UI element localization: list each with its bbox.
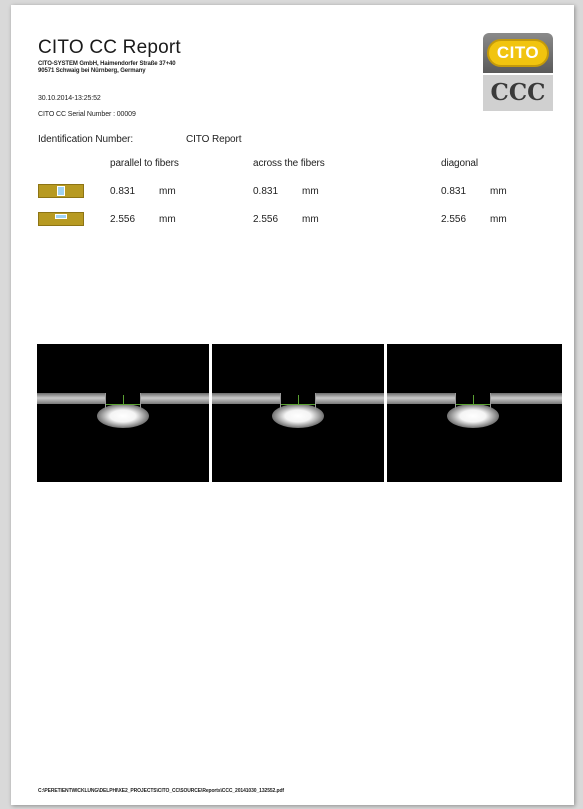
logo-cito-text: CITO [487,39,549,67]
measurement-images [37,344,562,482]
diagonal-image [387,344,562,482]
row1-diagonal-unit: mm [490,186,507,197]
row2-across-unit: mm [302,214,319,225]
column-header-parallel: parallel to fibers [110,158,179,169]
report-datetime: 30.10.2014-13:25:52 [38,95,101,102]
identification-label: Identification Number: [38,134,134,145]
across-the-fibers-image [212,344,384,482]
row2-diagonal-value: 2.556 [441,214,467,225]
row1-parallel-value: 0.831 [110,186,136,197]
cito-ccc-logo: CITO CCC [483,33,553,113]
row2-parallel-unit: mm [159,214,176,225]
row1-diagonal-value: 0.831 [441,186,467,197]
company-address-line-2: 90571 Schwaig bei Nürnberg, Germany [38,68,146,74]
depth-measurement-icon [38,184,84,198]
column-header-across: across the fibers [253,158,325,169]
row2-diagonal-unit: mm [490,214,507,225]
parallel-to-fibers-image [37,344,209,482]
row1-across-value: 0.831 [253,186,279,197]
row1-parallel-unit: mm [159,186,176,197]
company-address-line-1: CITO-SYSTEM GmbH, Haimendorfer Straße 37… [38,61,176,67]
row1-across-unit: mm [302,186,319,197]
width-measurement-icon [38,212,84,226]
report-title: CITO CC Report [38,37,181,58]
identification-value: CITO Report [186,134,242,145]
column-header-diagonal: diagonal [441,158,479,169]
logo-ccc-text: CCC [483,75,553,111]
report-page: CITO CC Report CITO-SYSTEM GmbH, Haimend… [11,5,574,805]
file-path-footer: C:\PERETIENTWICKLUNG\DELPHI\XE2_PROJECTS… [38,788,284,794]
serial-number: CITO CC Serial Number : 00009 [38,111,136,118]
row2-parallel-value: 2.556 [110,214,136,225]
row2-across-value: 2.556 [253,214,279,225]
